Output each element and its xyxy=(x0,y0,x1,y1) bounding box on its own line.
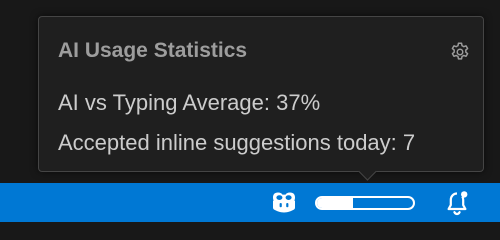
popup-title: AI Usage Statistics xyxy=(58,39,248,62)
page: AI Usage Statistics AI vs Typing Average… xyxy=(0,0,500,222)
bell-icon xyxy=(447,190,468,215)
ai-usage-meter[interactable] xyxy=(312,183,418,222)
copilot-icon xyxy=(273,192,295,212)
notifications-button[interactable] xyxy=(440,183,476,222)
gear-icon xyxy=(451,42,469,60)
ai-vs-typing-average: AI vs Typing Average: 37% xyxy=(58,90,321,115)
status-bar xyxy=(0,183,500,222)
usage-meter-fill xyxy=(317,197,353,208)
ai-usage-hover-popup: AI Usage Statistics AI vs Typing Average… xyxy=(38,16,484,172)
usage-meter-track xyxy=(315,195,415,210)
settings-button[interactable] xyxy=(447,39,473,65)
copilot-status-button[interactable] xyxy=(266,183,302,222)
accepted-suggestions-today: Accepted inline suggestions today: 7 xyxy=(58,130,416,155)
